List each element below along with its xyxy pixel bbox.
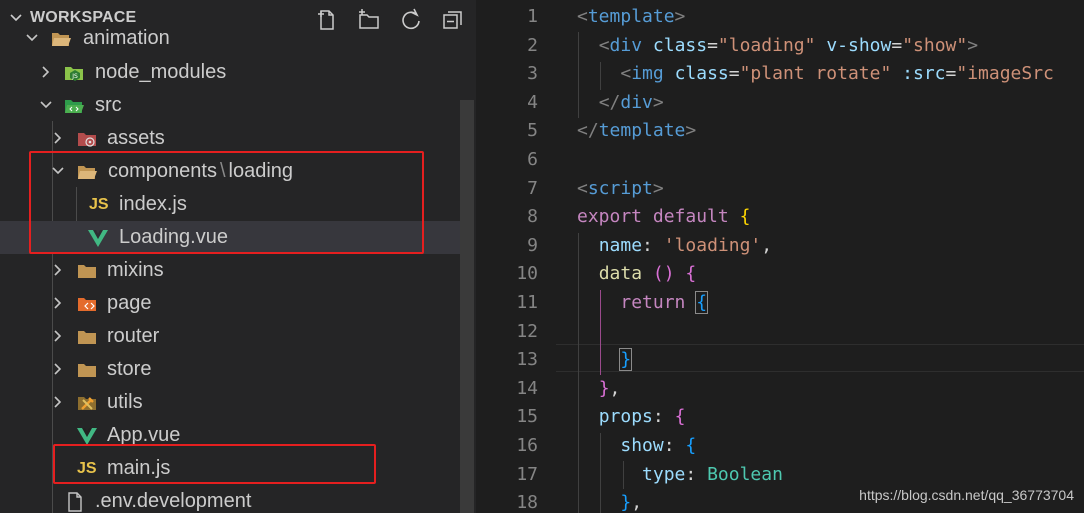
code-text: }, <box>620 492 643 513</box>
code-text: </div> <box>598 91 664 113</box>
tree-item-label: animation <box>83 27 170 49</box>
chevron-right-icon <box>54 330 62 342</box>
chevron-right-icon <box>54 264 62 276</box>
tree-item-label: src <box>95 94 122 116</box>
code-line: 5 </template> <box>476 117 1084 146</box>
tree-item-label: page <box>107 292 152 314</box>
code-line: 11 return { <box>476 289 1084 318</box>
file-icon <box>68 492 82 512</box>
line-number: 5 <box>527 120 538 142</box>
line-number: 17 <box>516 463 538 485</box>
code-line: 10 data () { <box>476 260 1084 289</box>
line-number: 13 <box>516 349 538 371</box>
tree-item-src[interactable]: src <box>0 89 474 122</box>
line-number: 12 <box>516 320 538 342</box>
code-text: return { <box>620 291 709 314</box>
code-text: type: Boolean <box>642 463 783 485</box>
tree-item-label: mixins <box>107 259 164 281</box>
highlight-box <box>53 444 376 484</box>
explorer-sidebar: WORKSPACE animation JS node_modules src <box>0 0 476 513</box>
code-editor[interactable]: 1 <template> 2 <div class="loading" v-sh… <box>476 0 1084 513</box>
tree-item-label: node_modules <box>95 61 227 83</box>
code-line: 12 <box>476 318 1084 347</box>
highlight-box <box>29 151 424 254</box>
code-text: } <box>619 348 633 372</box>
code-text: <script> <box>577 177 664 199</box>
code-line: 9 name: 'loading', <box>476 232 1084 261</box>
line-number: 8 <box>527 206 538 228</box>
code-text: <div class="loading" v-show="show"> <box>598 34 979 56</box>
code-line: 4 </div> <box>476 89 1084 118</box>
code-text: name: 'loading', <box>598 234 773 256</box>
code-text: </template> <box>577 120 697 142</box>
code-text: props: { <box>598 406 686 428</box>
code-line: 3 <img class="plant rotate" :src="imageS… <box>476 60 1084 89</box>
tree-item-label: .env.development <box>95 490 252 512</box>
line-number: 14 <box>516 377 538 399</box>
code-line: 16 show: { <box>476 432 1084 461</box>
utils-folder-icon <box>78 397 96 410</box>
folder-icon <box>78 265 96 278</box>
tree-item-label: store <box>107 358 152 380</box>
line-number: 11 <box>516 292 538 313</box>
code-text: export default { <box>577 206 751 228</box>
code-text: }, <box>598 377 621 399</box>
line-number: 6 <box>527 149 538 170</box>
folder-open-icon <box>52 33 71 46</box>
code-line: 15 props: { <box>476 403 1084 432</box>
chevron-down-icon <box>40 101 52 109</box>
tree-item-env-development[interactable]: .env.development <box>0 485 474 513</box>
line-number: 18 <box>516 492 538 513</box>
tree-item-utils[interactable]: utils <box>0 386 474 419</box>
code-line: 7 <script> <box>476 175 1084 204</box>
sidebar-scrollbar[interactable] <box>460 100 474 513</box>
chevron-right-icon <box>54 363 62 375</box>
line-number: 7 <box>527 177 538 199</box>
tree-item-label: assets <box>107 127 165 149</box>
chevron-right-icon <box>42 66 50 78</box>
tree-item-store[interactable]: store <box>0 353 474 386</box>
tree-item-label: utils <box>107 391 143 413</box>
node-folder-icon: JS <box>65 67 83 81</box>
assets-folder-icon <box>78 133 96 147</box>
watermark: https://blog.csdn.net/qq_36773704 <box>859 487 1074 503</box>
folder-icon <box>78 364 96 377</box>
code-line: 8 export default { <box>476 203 1084 232</box>
tree-item-node-modules[interactable]: JS node_modules <box>0 56 474 89</box>
code-line: 1 <template> <box>476 3 1084 32</box>
chevron-right-icon <box>54 297 62 309</box>
line-number: 16 <box>516 435 538 456</box>
line-number: 15 <box>516 406 538 428</box>
tree-item-router[interactable]: router <box>0 320 474 353</box>
code-line: 17 type: Boolean <box>476 461 1084 490</box>
code-text: data () { <box>598 263 697 285</box>
tree-item-page[interactable]: page <box>0 287 474 320</box>
line-number: 2 <box>527 34 538 56</box>
code-line: 2 <div class="loading" v-show="show"> <box>476 32 1084 61</box>
line-number: 9 <box>527 234 538 256</box>
code-text: <template> <box>577 6 686 27</box>
chevron-right-icon <box>54 396 62 408</box>
folder-icon <box>78 331 96 344</box>
line-number: 1 <box>527 6 538 27</box>
line-number: 3 <box>527 63 538 85</box>
line-number: 4 <box>527 91 538 113</box>
src-folder-icon <box>65 100 84 113</box>
code-line: 6 <box>476 146 1084 175</box>
code-line: 14 }, <box>476 375 1084 404</box>
tree-item-mixins[interactable]: mixins <box>0 254 474 287</box>
page-folder-icon <box>78 298 96 311</box>
code-text: <img class="plant rotate" :src="imageSrc <box>620 63 1054 85</box>
code-text: show: { <box>620 435 697 456</box>
code-line: 13 } <box>476 346 1084 375</box>
line-number: 10 <box>516 263 538 285</box>
tree-item-animation[interactable]: animation <box>0 22 474 55</box>
chevron-down-icon <box>26 34 38 42</box>
svg-text:JS: JS <box>71 73 78 80</box>
tree-item-label: router <box>107 325 160 347</box>
chevron-right-icon <box>54 132 62 144</box>
